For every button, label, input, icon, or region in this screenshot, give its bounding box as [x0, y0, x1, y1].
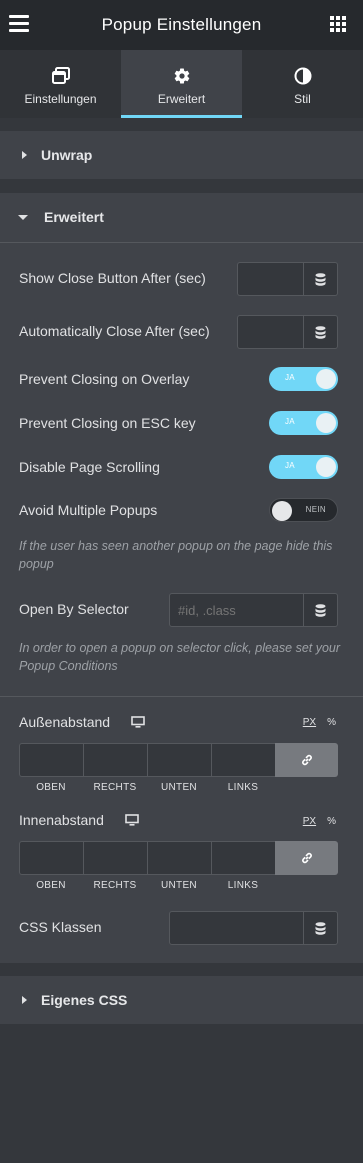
link-values-button[interactable] [275, 841, 338, 875]
unit-px-option[interactable]: PX [303, 717, 316, 728]
margin-left-input[interactable] [211, 743, 275, 777]
toggle-state: JA [285, 373, 295, 382]
tab-label: Erweitert [157, 92, 206, 106]
padding-dimensions [19, 841, 338, 875]
dim-label-right: RECHTS [93, 880, 137, 891]
avoid-multiple-note: If the user has seen another popup on th… [19, 539, 333, 571]
database-icon [315, 603, 326, 617]
avoid-multiple-label: Avoid Multiple Popups [19, 502, 158, 518]
show-close-after-input[interactable] [237, 262, 304, 296]
unit-percent-option[interactable]: % [327, 816, 336, 827]
tab-stil[interactable]: Stil [242, 50, 363, 118]
disable-scroll-label: Disable Page Scrolling [19, 459, 160, 475]
dim-label-right: RECHTS [93, 782, 137, 793]
toggle-state: JA [285, 461, 295, 470]
database-icon [315, 921, 326, 935]
section-eigenes-css[interactable]: Eigenes CSS [0, 976, 363, 1024]
caret-right-icon [22, 151, 27, 159]
link-icon [301, 852, 312, 864]
dim-label-top: OBEN [36, 880, 66, 891]
disable-scroll-toggle[interactable]: JA [269, 455, 338, 479]
unit-percent-option[interactable]: % [327, 717, 336, 728]
tab-erweitert[interactable]: Erweitert [121, 50, 242, 118]
margin-label: Außenabstand [19, 714, 111, 730]
padding-left-input[interactable] [211, 841, 275, 875]
toggle-state: NEIN [305, 505, 326, 514]
dim-label-bottom: UNTEN [161, 880, 197, 891]
section-erweitert[interactable]: Erweitert [0, 193, 363, 241]
show-close-after-label: Show Close Button After (sec) [19, 270, 206, 286]
toggle-knob [316, 369, 336, 389]
divider [0, 242, 363, 243]
open-by-selector-label: Open By Selector [19, 601, 129, 617]
half-circle-icon [293, 66, 313, 86]
toggle-knob [316, 457, 336, 477]
dim-label-top: OBEN [36, 782, 66, 793]
dynamic-tags-button[interactable] [304, 262, 338, 296]
avoid-multiple-toggle[interactable]: NEIN [269, 498, 338, 522]
css-classes-input[interactable] [169, 911, 304, 945]
panel-title: Popup Einstellungen [101, 15, 262, 34]
open-by-selector-note: In order to open a popup on selector cli… [19, 641, 341, 673]
link-icon [301, 754, 312, 766]
padding-right-input[interactable] [83, 841, 147, 875]
css-classes-label: CSS Klassen [19, 919, 102, 935]
hamburger-icon[interactable] [9, 15, 29, 33]
dim-label-bottom: UNTEN [161, 782, 197, 793]
padding-top-input[interactable] [19, 841, 83, 875]
caret-right-icon [22, 996, 27, 1004]
toggle-knob [316, 413, 336, 433]
header-bar: Popup Einstellungen [0, 0, 363, 50]
unit-px-option[interactable]: PX [303, 816, 316, 827]
open-by-selector-input[interactable] [169, 593, 304, 627]
dynamic-tags-button[interactable] [304, 593, 338, 627]
section-title: Erweitert [44, 209, 104, 225]
desktop-icon[interactable] [125, 814, 139, 826]
margin-right-input[interactable] [83, 743, 147, 777]
padding-label: Innenabstand [19, 812, 104, 828]
margin-dimension-labels: OBEN RECHTS UNTEN LINKS [19, 782, 275, 793]
divider [0, 696, 363, 697]
padding-dimension-labels: OBEN RECHTS UNTEN LINKS [19, 880, 275, 891]
toggle-state: JA [285, 417, 295, 426]
auto-close-after-input[interactable] [237, 315, 304, 349]
padding-bottom-input[interactable] [147, 841, 211, 875]
section-title: Eigenes CSS [41, 992, 128, 1008]
auto-close-after-label: Automatically Close After (sec) [19, 323, 210, 339]
prevent-overlay-toggle[interactable]: JA [269, 367, 338, 391]
padding-units: PX % [303, 816, 336, 827]
prevent-esc-toggle[interactable]: JA [269, 411, 338, 435]
dim-label-left: LINKS [227, 782, 259, 793]
margin-top-input[interactable] [19, 743, 83, 777]
grid-icon[interactable] [330, 16, 346, 32]
toggle-knob [272, 501, 292, 521]
tab-bar: Einstellungen Erweitert Stil [0, 50, 363, 118]
margin-units: PX % [303, 717, 336, 728]
prevent-esc-label: Prevent Closing on ESC key [19, 415, 196, 431]
tab-einstellungen[interactable]: Einstellungen [0, 50, 121, 118]
margin-bottom-input[interactable] [147, 743, 211, 777]
window-icon [51, 66, 71, 86]
database-icon [315, 325, 326, 339]
section-title: Unwrap [41, 147, 93, 163]
dynamic-tags-button[interactable] [304, 911, 338, 945]
gear-icon [172, 66, 192, 86]
desktop-icon[interactable] [131, 716, 145, 728]
section-unwrap[interactable]: Unwrap [0, 131, 363, 179]
link-values-button[interactable] [275, 743, 338, 777]
caret-down-icon [18, 214, 28, 220]
database-icon [315, 272, 326, 286]
tab-label: Einstellungen [24, 92, 97, 106]
prevent-overlay-label: Prevent Closing on Overlay [19, 371, 190, 387]
dim-label-left: LINKS [227, 880, 259, 891]
dynamic-tags-button[interactable] [304, 315, 338, 349]
tab-label: Stil [294, 92, 311, 106]
margin-dimensions [19, 743, 338, 777]
